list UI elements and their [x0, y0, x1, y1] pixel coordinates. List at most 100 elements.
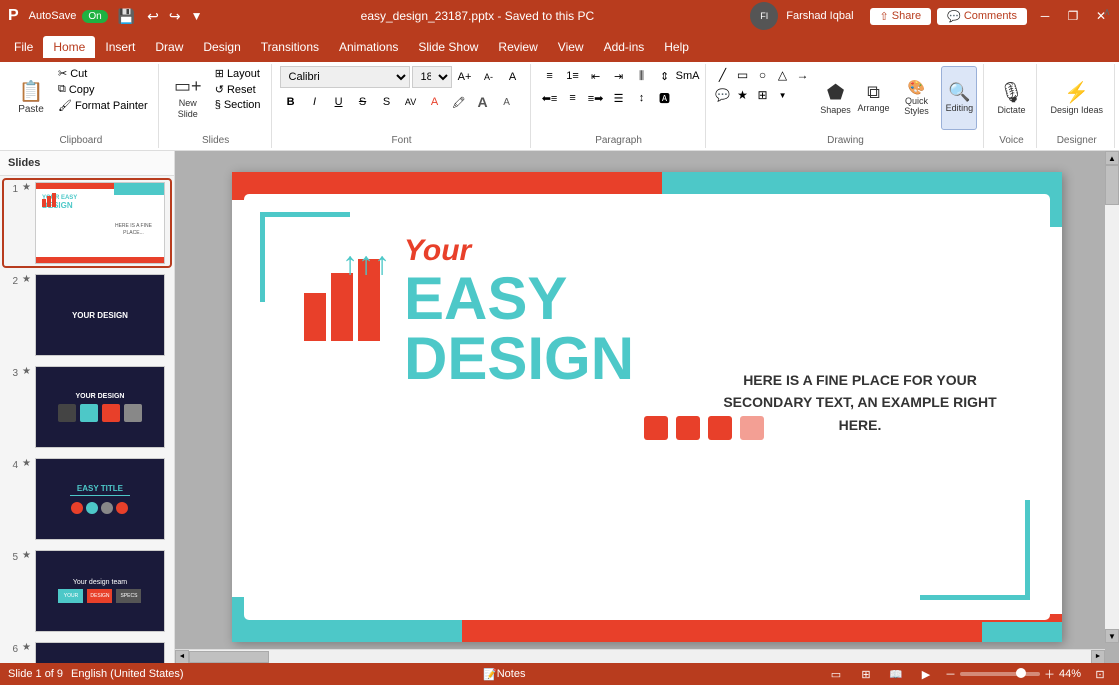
design-ideas-button[interactable]: ⚡ Design Ideas — [1045, 66, 1108, 130]
align-left-button[interactable]: ⬅≡ — [539, 88, 561, 108]
quick-styles-button[interactable]: 🎨 Quick Styles — [894, 66, 940, 130]
shape-callout[interactable]: 💬 — [714, 86, 732, 104]
menu-design[interactable]: Design — [193, 36, 250, 58]
clear-format-button[interactable]: A — [502, 67, 524, 87]
increase-indent-button[interactable]: ⇥ — [608, 66, 630, 86]
char-spacing-button[interactable]: AV — [400, 92, 422, 112]
scroll-down-button[interactable]: ▼ — [1105, 629, 1119, 643]
share-button[interactable]: ⇧ Share — [870, 8, 932, 25]
dictate-button[interactable]: 🎙 Dictate — [992, 66, 1030, 130]
line-spacing-button[interactable]: ↕ — [631, 88, 653, 108]
font-size-dn2-button[interactable]: A — [496, 92, 518, 112]
horizontal-scrollbar[interactable]: ◄ ► — [175, 649, 1105, 663]
notes-button[interactable]: 📝 Notes — [493, 665, 515, 683]
shape-star[interactable]: ★ — [734, 86, 752, 104]
autosave-toggle[interactable]: On — [82, 10, 107, 23]
menu-view[interactable]: View — [548, 36, 594, 58]
shape-rect[interactable]: ▭ — [734, 66, 752, 84]
cut-button[interactable]: ✂ Cut — [54, 66, 152, 81]
underline-button[interactable]: U — [328, 92, 350, 112]
slide-sorter-button[interactable]: ⊞ — [855, 665, 877, 683]
slide-item[interactable]: 1 ★ YOUR EASY DESIGN HERE — [4, 180, 170, 266]
italic-button[interactable]: I — [304, 92, 326, 112]
normal-view-button[interactable]: ▭ — [825, 665, 847, 683]
columns-button[interactable]: ⫼ — [631, 66, 653, 86]
menu-insert[interactable]: Insert — [95, 36, 145, 58]
presenter-view-button[interactable]: ▶ — [915, 665, 937, 683]
justify-button[interactable]: ☰ — [608, 88, 630, 108]
decrease-font-button[interactable]: A- — [478, 67, 500, 87]
menu-draw[interactable]: Draw — [145, 36, 193, 58]
decrease-indent-button[interactable]: ⇤ — [585, 66, 607, 86]
scroll-left-button[interactable]: ◄ — [175, 650, 189, 664]
scroll-right-button[interactable]: ► — [1091, 650, 1105, 664]
format-painter-button[interactable]: 🖌 Format Painter — [54, 98, 152, 113]
numbering-button[interactable]: 1≡ — [562, 66, 584, 86]
editing-button[interactable]: 🔍 Editing — [941, 66, 977, 130]
arrange-button[interactable]: ⧉ Arrange — [856, 66, 892, 130]
paste-button[interactable]: 📋 Paste — [10, 66, 52, 130]
menu-home[interactable]: Home — [43, 36, 95, 58]
undo-button[interactable]: ↩ — [147, 8, 159, 25]
shape-tri[interactable]: △ — [774, 66, 792, 84]
customize-button[interactable]: ▼ — [191, 9, 203, 23]
bold-button[interactable]: B — [280, 92, 302, 112]
font-color-button[interactable]: A — [424, 92, 446, 112]
menu-animations[interactable]: Animations — [329, 36, 408, 58]
font-size-select[interactable]: 18 — [412, 66, 452, 88]
slide-item[interactable]: 4 ★ EASY TITLE — [4, 456, 170, 542]
restore-button[interactable]: ❐ — [1063, 6, 1083, 26]
align-center-button[interactable]: ≡ — [562, 88, 584, 108]
editing-icon: 🔍 — [948, 82, 970, 104]
shape-oval[interactable]: ○ — [754, 66, 772, 84]
shape-more[interactable]: ⊞ — [754, 86, 772, 104]
slide-item[interactable]: 6 ★ YOUR DESIGN SPECS Detail Detail Deta… — [4, 640, 170, 663]
shape-line[interactable]: ╱ — [714, 66, 732, 84]
slide-item[interactable]: 2 ★ YOUR DESIGN — [4, 272, 170, 358]
menu-file[interactable]: File — [4, 36, 43, 58]
slide-item[interactable]: 3 ★ YOUR DESIGN — [4, 364, 170, 450]
slide-item[interactable]: 5 ★ Your design team YOUR DESIGN SPECS — [4, 548, 170, 634]
reading-view-button[interactable]: 📖 — [885, 665, 907, 683]
shape-arrow[interactable]: → — [794, 66, 812, 84]
copy-button[interactable]: ⧉ Copy — [54, 82, 152, 97]
zoom-in-button[interactable]: ＋ — [1044, 666, 1055, 682]
menu-review[interactable]: Review — [488, 36, 547, 58]
canvas-vertical-scrollbar[interactable]: ▲ ▼ — [1105, 151, 1119, 643]
section-icon: § — [215, 99, 221, 111]
shadow-text-button[interactable]: 🅰 — [654, 88, 676, 108]
align-right-button[interactable]: ≡➡ — [585, 88, 607, 108]
section-button[interactable]: § Section — [211, 98, 265, 112]
shapes-button[interactable]: ⬟ Shapes — [818, 66, 854, 130]
zoom-out-button[interactable]: － — [945, 666, 956, 682]
convert-smartart-button[interactable]: SmA — [677, 66, 699, 86]
increase-font-button[interactable]: A+ — [454, 67, 476, 87]
menu-help[interactable]: Help — [654, 36, 699, 58]
bullets-button[interactable]: ≡ — [539, 66, 561, 86]
strikethrough-button[interactable]: S — [352, 92, 374, 112]
shape-down-arrow[interactable]: ▼ — [774, 86, 792, 104]
text-direction-button[interactable]: ⇕ — [654, 66, 676, 86]
layout-button[interactable]: ⊞ Layout — [211, 66, 265, 81]
menu-addins[interactable]: Add-ins — [594, 36, 655, 58]
scroll-up-button[interactable]: ▲ — [1105, 151, 1119, 165]
ribbon-expand-button[interactable]: ∧ — [1099, 4, 1115, 20]
scroll-thumb[interactable] — [1105, 165, 1119, 205]
fit-slide-button[interactable]: ⊡ — [1089, 665, 1111, 683]
reset-button[interactable]: ↺ Reset — [211, 82, 265, 97]
menu-slideshow[interactable]: Slide Show — [408, 36, 488, 58]
user-avatar[interactable]: FI — [750, 2, 778, 30]
zoom-slider[interactable] — [960, 672, 1040, 676]
horizontal-scroll-thumb[interactable] — [189, 651, 269, 663]
new-slide-button[interactable]: ▭+ New Slide — [167, 66, 209, 130]
minimize-button[interactable]: ─ — [1035, 6, 1055, 26]
comments-button[interactable]: 💬 Comments — [937, 8, 1027, 25]
menu-transitions[interactable]: Transitions — [251, 36, 329, 58]
save-button[interactable]: 💾 — [118, 8, 135, 25]
font-name-select[interactable]: Calibri — [280, 66, 410, 88]
shadow-button[interactable]: S — [376, 92, 398, 112]
slide-star: ★ — [22, 458, 31, 469]
font-size-up2-button[interactable]: A — [472, 92, 494, 112]
redo-button[interactable]: ↪ — [169, 8, 181, 25]
highlight-button[interactable]: 🖍 — [448, 92, 470, 112]
